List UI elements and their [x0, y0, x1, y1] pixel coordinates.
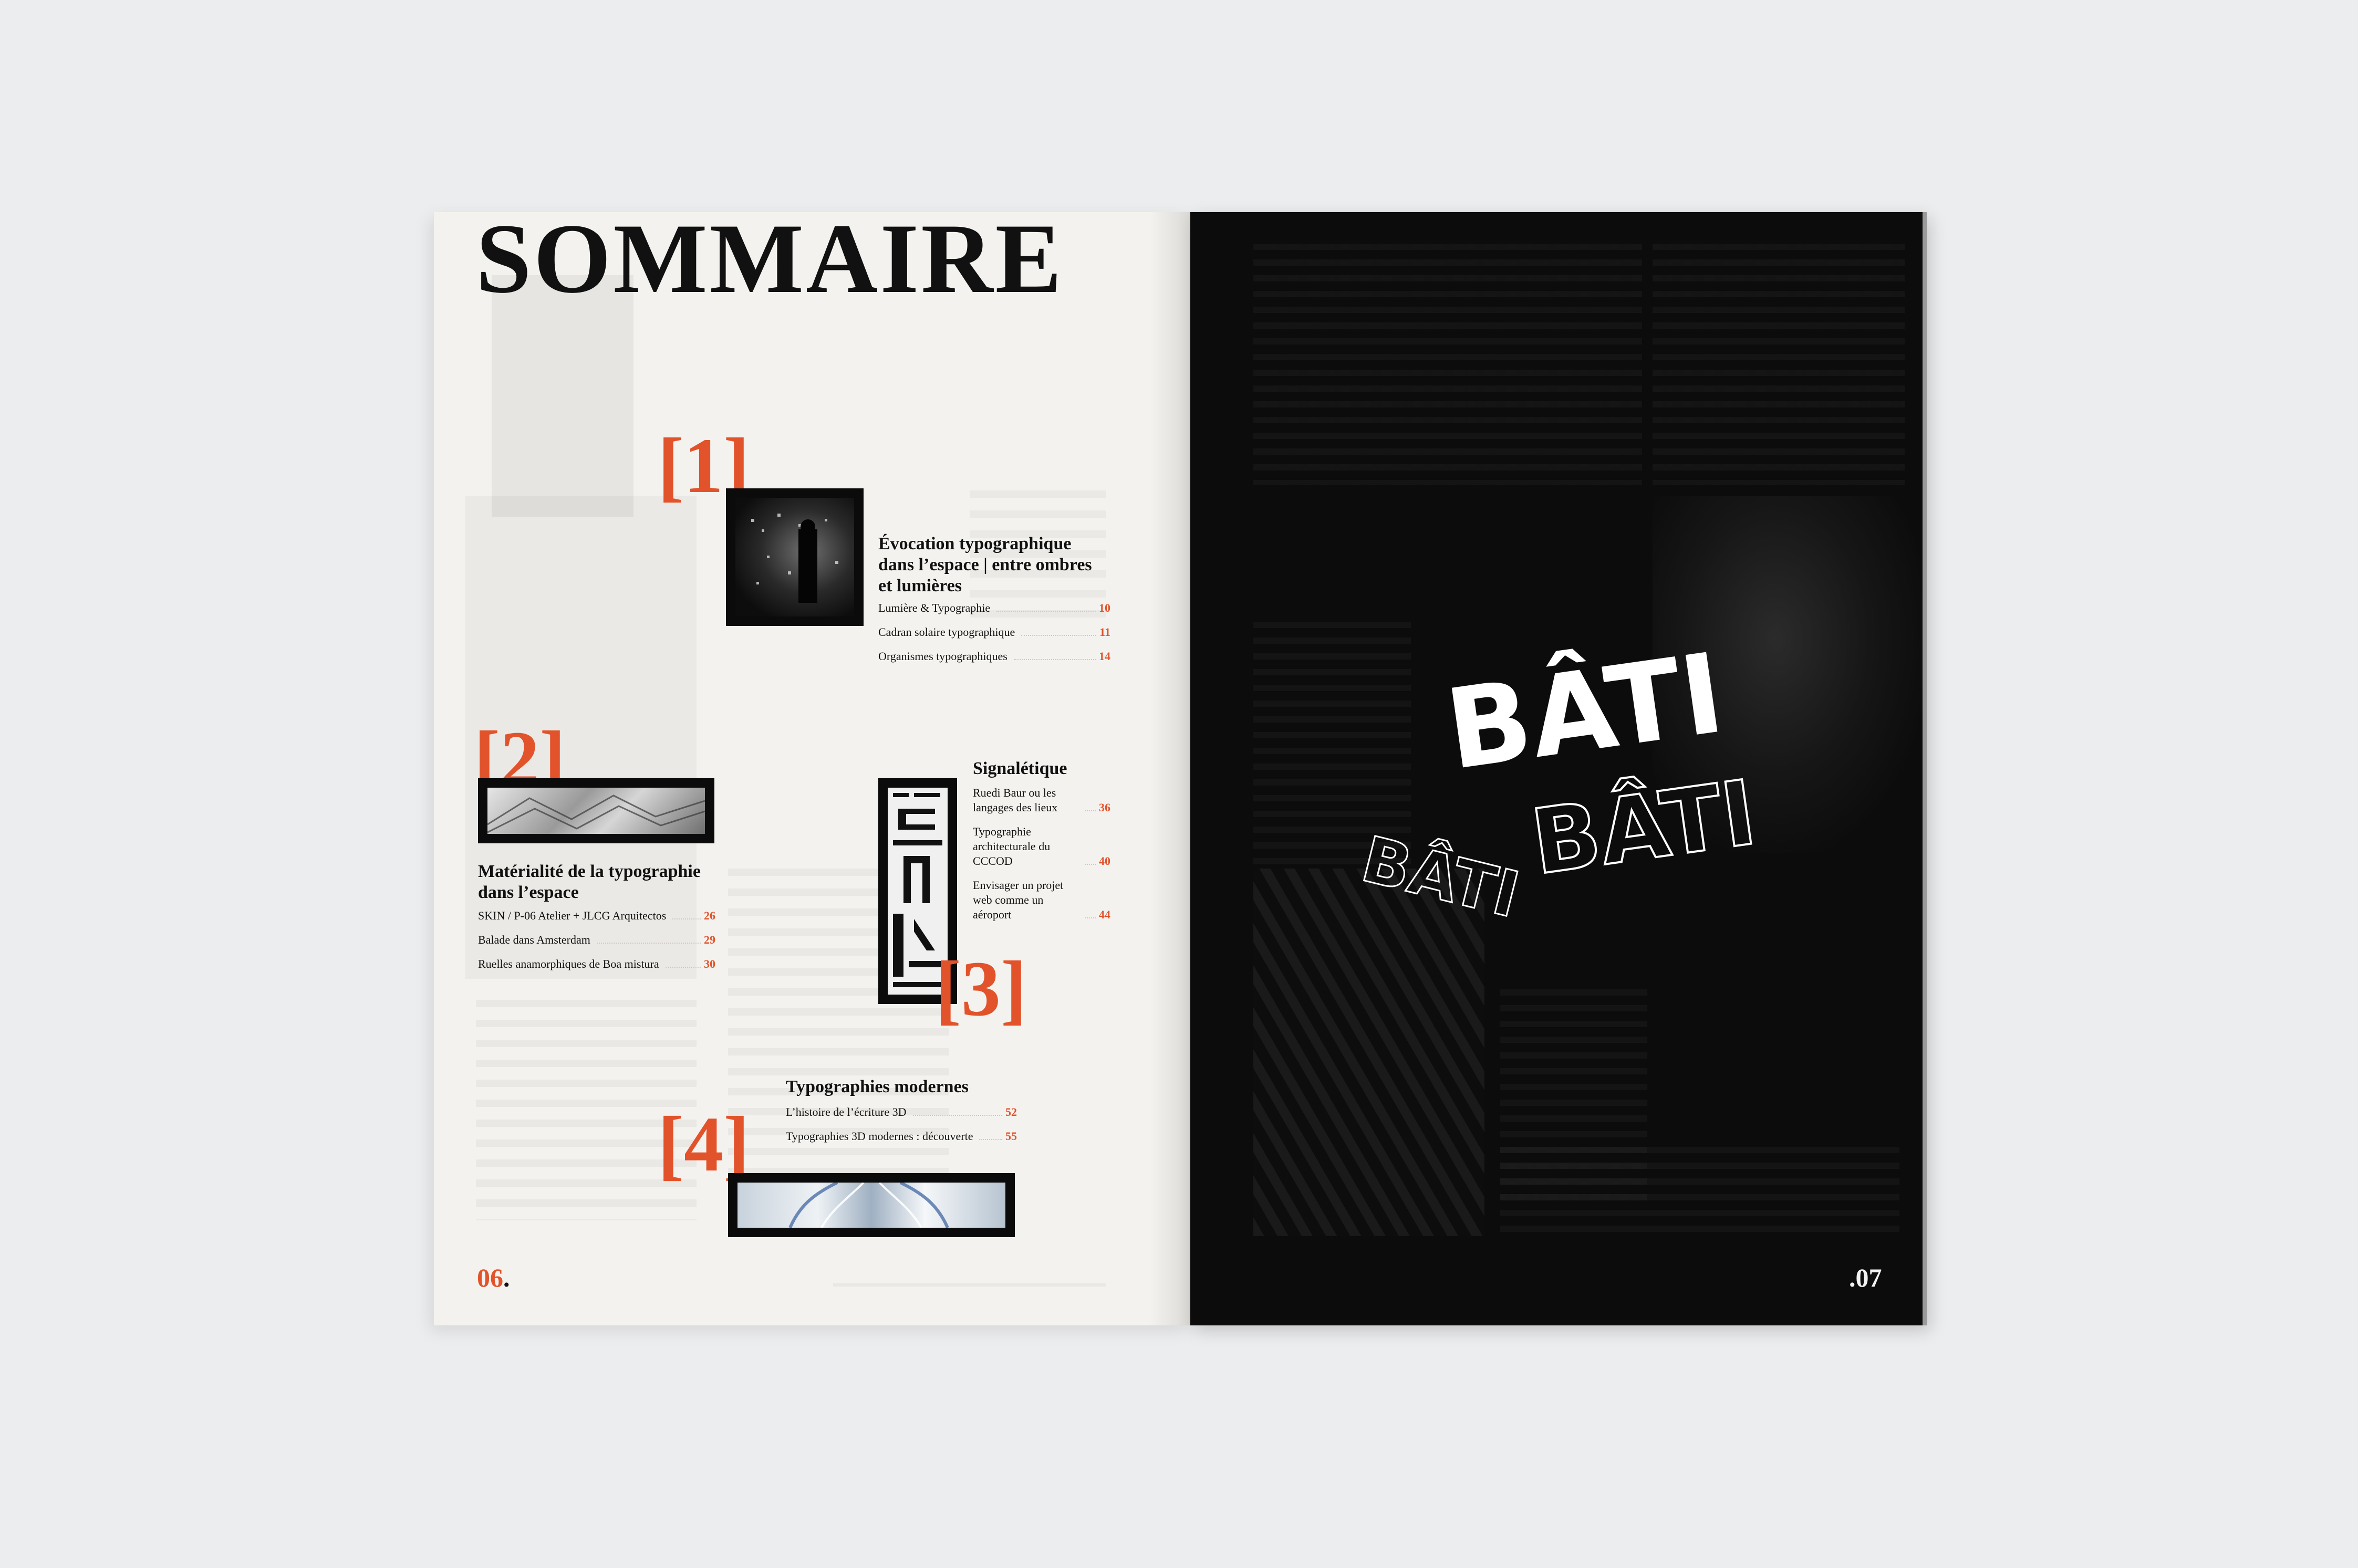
toc-item-label: Envisager un projet web comme un aéropor… [973, 879, 1064, 921]
left-page: SOMMAIRE [1] Évocation typographique dan… [434, 212, 1190, 1325]
folio-right-number: 07 [1855, 1263, 1882, 1292]
toc-item[interactable]: Balade dans Amsterdam 29 [478, 933, 715, 947]
section-4-image [728, 1173, 1015, 1237]
toc-item[interactable]: Organismes typographiques 14 [878, 649, 1110, 664]
right-page: BÂTI BÂTI BÂTI BÂTI BÂTI .07 [1190, 212, 1926, 1325]
toc-leader [1021, 635, 1097, 636]
toc-item-page: 40 [1099, 854, 1110, 867]
section-2-title: Matérialité de la typographie dans l’esp… [478, 862, 701, 902]
folio-left-number: 06 [477, 1263, 503, 1292]
toc-item-page: 11 [1099, 625, 1110, 639]
section-1-title: Évocation typographique dans l’espace | … [878, 534, 1092, 595]
dark-text-column-1 [1253, 244, 1642, 485]
toc-item-label: Balade dans Amsterdam [478, 933, 590, 946]
toc-item[interactable]: Typographies 3D modernes : découverte 55 [786, 1129, 1017, 1144]
toc-item[interactable]: L’histoire de l’écriture 3D 52 [786, 1105, 1017, 1120]
section-2-image [478, 778, 714, 843]
section-4-list: L’histoire de l’écriture 3D 52 Typographi… [786, 1105, 1017, 1153]
ring-typography-art: BÂTI BÂTI BÂTI BÂTI BÂTI [1354, 628, 1763, 933]
toc-item[interactable]: Ruelles anamorphiques de Boa mistura 30 [478, 957, 715, 971]
toc-leader [1085, 917, 1096, 918]
toc-item[interactable]: Typographie architecturale du CCCOD 40 [973, 824, 1110, 869]
toc-item-page: 44 [1099, 908, 1110, 921]
section-2-photo-art [487, 795, 705, 833]
toc-leader [672, 918, 701, 919]
toc-item-label: SKIN / P-06 Atelier + JLCG Arquitectos [478, 909, 667, 922]
section-1-image [726, 488, 864, 626]
toc-item[interactable]: Lumière & Typographie 10 [878, 601, 1110, 615]
toc-leader [1085, 810, 1096, 811]
folio-right-dot: . [1849, 1263, 1856, 1292]
section-4-title: Typographies modernes [786, 1077, 969, 1096]
section-3-title: Signalétique [973, 759, 1067, 778]
toc-leader [912, 1115, 1002, 1116]
toc-item-label: Lumière & Typographie [878, 601, 991, 614]
ghost-footer-line [833, 1283, 1106, 1287]
toc-item-label: Typographie architecturale du CCCOD [973, 825, 1051, 867]
toc-item[interactable]: Cadran solaire typographique 11 [878, 625, 1110, 640]
toc-item-label: Ruedi Baur ou les langages des lieux [973, 786, 1058, 814]
toc-item-label: Cadran solaire typographique [878, 625, 1015, 639]
toc-item-page: 55 [1005, 1130, 1017, 1143]
toc-item-page: 36 [1099, 801, 1110, 814]
toc-leader [665, 967, 701, 968]
toc-leader [1085, 864, 1096, 865]
section-4-number: [4] [658, 1101, 750, 1188]
page-edge [1923, 212, 1927, 1325]
section-1-photo-art [751, 514, 838, 603]
toc-item-label: Organismes typographiques [878, 650, 1007, 663]
toc-item-page: 30 [704, 957, 715, 970]
toc-item-page: 26 [704, 909, 715, 922]
toc-item-label: Ruelles anamorphiques de Boa mistura [478, 957, 659, 970]
toc-leader [979, 1139, 1002, 1140]
toc-item-label: Typographies 3D modernes : découverte [786, 1130, 973, 1143]
folio-left-dot: . [503, 1263, 510, 1292]
section-2-list: SKIN / P-06 Atelier + JLCG Arquitectos 26… [478, 908, 715, 981]
dark-text-column-5 [1500, 1147, 1899, 1241]
section-3-number: [3] [935, 945, 1027, 1032]
toc-item-page: 10 [1099, 601, 1110, 614]
folio-left: 06. [477, 1262, 510, 1293]
ring-word-outline-1: BÂTI [1525, 760, 1762, 895]
ring-word-outline-2: BÂTI [1355, 822, 1526, 932]
section-1-list: Lumière & Typographie 10 Cadran solaire t… [878, 601, 1110, 673]
toc-item[interactable]: SKIN / P-06 Atelier + JLCG Arquitectos 26 [478, 908, 715, 923]
page-title: SOMMAIRE [476, 212, 1064, 314]
toc-leader [996, 611, 1096, 612]
toc-item-page: 52 [1005, 1105, 1017, 1118]
spine-shadow [1150, 212, 1190, 1325]
toc-item[interactable]: Envisager un projet web comme un aéropor… [973, 878, 1110, 922]
section-3-list: Ruedi Baur ou les langages des lieux 36 T… [973, 786, 1110, 932]
toc-item[interactable]: Ruedi Baur ou les langages des lieux 36 [973, 786, 1110, 815]
section-4-photo-art [788, 1183, 949, 1228]
folio-right: .07 [1849, 1262, 1882, 1293]
toc-leader [1013, 659, 1096, 660]
toc-item-label: L’histoire de l’écriture 3D [786, 1105, 907, 1118]
toc-leader [596, 943, 701, 944]
dark-text-column-2 [1653, 244, 1905, 485]
toc-item-page: 14 [1099, 650, 1110, 663]
toc-item-page: 29 [704, 933, 715, 946]
